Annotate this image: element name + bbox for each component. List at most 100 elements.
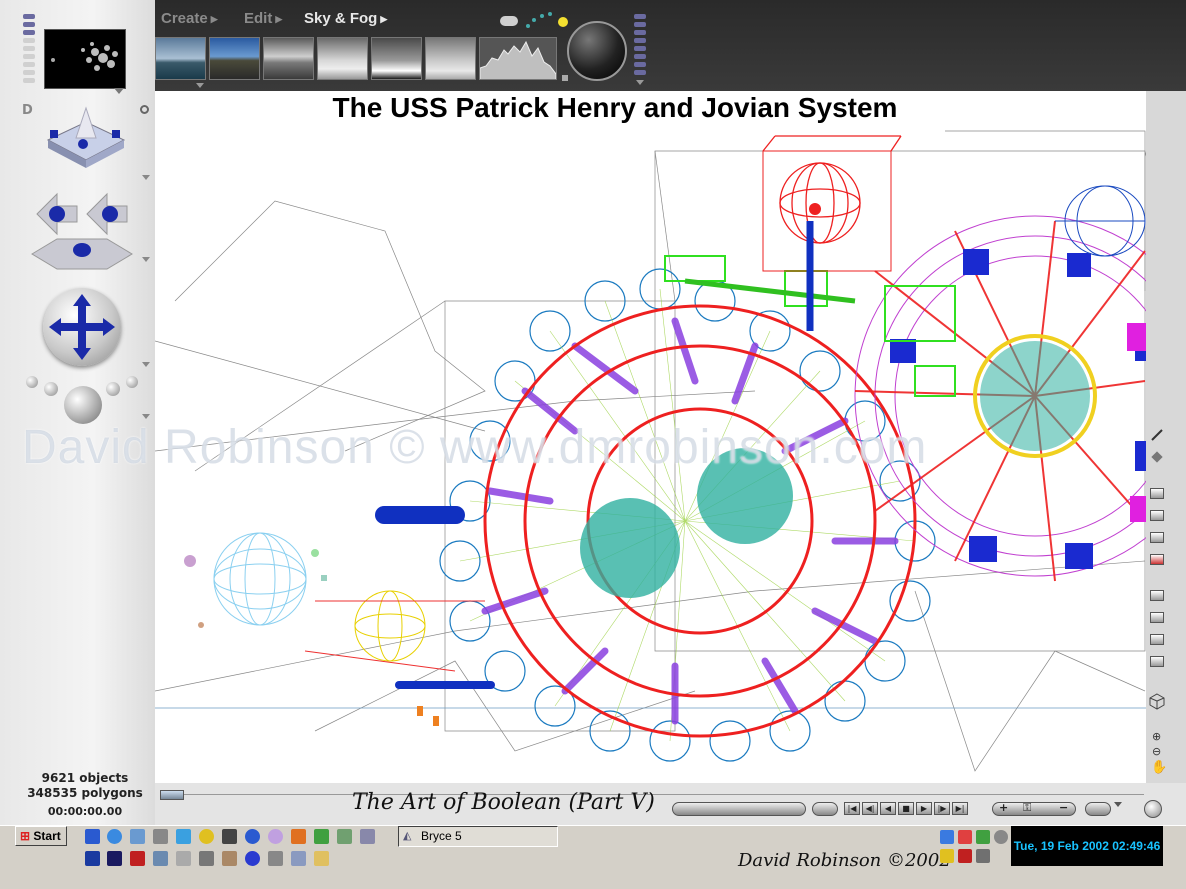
keyframe-controls[interactable]: + ⚿ − (992, 801, 1076, 816)
sky-presets-arrow[interactable] (196, 83, 204, 88)
plane-icon[interactable] (360, 829, 375, 844)
2k-icon[interactable] (176, 851, 191, 866)
render-mode-button[interactable] (1150, 488, 1164, 499)
user-tray-icon[interactable] (958, 830, 972, 844)
stop-button[interactable]: ■ (898, 802, 914, 815)
left-menu-strip (23, 70, 35, 75)
tools-icon[interactable] (199, 851, 214, 866)
zoom-sphere-icon[interactable] (126, 376, 138, 388)
menu-create[interactable]: Create ▶ (161, 10, 218, 27)
render-mode-button-red[interactable] (1150, 554, 1164, 565)
network-icon[interactable] (130, 829, 145, 844)
radio-icon[interactable] (140, 105, 149, 114)
globe-icon[interactable] (1144, 800, 1162, 818)
info-blue-icon[interactable] (245, 851, 260, 866)
zoom-out-icon[interactable]: ⊖ (1152, 745, 1161, 758)
sky-preset-thumb[interactable] (317, 37, 368, 80)
acrobat-icon[interactable] (130, 851, 145, 866)
zoom-sphere-large-icon[interactable] (64, 386, 102, 424)
network-tray-icon[interactable] (940, 830, 954, 844)
sun-path-icon[interactable] (524, 10, 554, 30)
sky-preset-histogram[interactable] (479, 37, 557, 80)
right-menu-strip[interactable] (634, 14, 646, 80)
timeline-track[interactable] (184, 794, 1144, 795)
explorer-icon[interactable] (222, 829, 237, 844)
taskbar-bryce-button[interactable]: ◭ Bryce 5 (398, 826, 558, 847)
play-button[interactable]: ▶ (916, 802, 932, 815)
paint-icon[interactable] (314, 829, 329, 844)
sky-preset-thumb[interactable] (155, 37, 206, 80)
sky-options-arrow[interactable] (636, 80, 644, 85)
zoom-sphere-icon[interactable] (26, 376, 38, 388)
menu-edit[interactable]: Edit ▶ (244, 10, 282, 27)
sun-dial-control[interactable] (567, 21, 627, 81)
cloud-icon[interactable] (500, 16, 518, 26)
network-2-icon[interactable] (268, 851, 283, 866)
render-mode-button[interactable] (1150, 510, 1164, 521)
step-forward-button[interactable]: |▶ (934, 802, 950, 815)
speaker-tray-icon[interactable] (976, 830, 990, 844)
scanner-icon[interactable] (222, 851, 237, 866)
brush-icon[interactable] (1150, 428, 1164, 442)
sky-preset-thumb[interactable] (209, 37, 260, 80)
paint-bucket-icon[interactable] (1150, 450, 1164, 464)
trackball-options-arrow[interactable] (142, 362, 150, 367)
play-back-button[interactable]: ◀ (880, 802, 896, 815)
dots-icon[interactable] (107, 851, 122, 866)
nano-preview[interactable] (44, 29, 126, 89)
film-button[interactable] (812, 802, 838, 816)
chart-icon[interactable] (291, 851, 306, 866)
add-key-icon: + (999, 801, 1009, 814)
system-clock[interactable]: Tue, 19 Feb 2002 02:49:46 (1011, 826, 1163, 866)
menu-sky-fog[interactable]: Sky & Fog ▶ (304, 10, 387, 27)
display-mode-button[interactable] (1150, 634, 1164, 645)
view-options-arrow[interactable] (142, 175, 150, 180)
animation-mode-button[interactable] (1085, 802, 1111, 816)
display-mode-button[interactable] (1150, 612, 1164, 623)
sun-icon[interactable] (558, 17, 568, 27)
camera-view-control-icon[interactable] (38, 100, 134, 172)
go-to-start-button[interactable]: |◀ (844, 802, 860, 815)
photo-icon[interactable] (176, 829, 191, 844)
step-back-button[interactable]: ◀| (862, 802, 878, 815)
cube-view-icon[interactable] (1148, 692, 1166, 710)
timeline-slider-handle[interactable] (160, 790, 184, 800)
zoom-sphere-icon[interactable] (44, 382, 58, 396)
start-button[interactable]: ⊞ Start (15, 826, 67, 846)
image-icon[interactable] (337, 829, 352, 844)
animation-memory-dots[interactable] (672, 802, 806, 816)
shield-tray-icon[interactable] (994, 830, 1008, 844)
zoom-in-icon[interactable]: ⊕ (1152, 730, 1161, 743)
dx-icon[interactable]: D (22, 103, 33, 118)
sky-preset-thumb[interactable] (263, 37, 314, 80)
render-mode-button[interactable] (1150, 532, 1164, 543)
camera-move-control-icon[interactable] (22, 184, 142, 274)
small-square-icon[interactable] (562, 75, 568, 81)
trackball-control[interactable] (43, 288, 121, 366)
gear-tray-icon[interactable] (976, 849, 990, 863)
zoom-sphere-icon[interactable] (106, 382, 120, 396)
left-menu-strip[interactable] (23, 14, 35, 19)
app-a-icon[interactable] (85, 829, 100, 844)
tool-icon[interactable] (153, 829, 168, 844)
flower-icon[interactable] (291, 829, 306, 844)
zoom-options-arrow[interactable] (142, 414, 150, 419)
move-options-arrow[interactable] (142, 257, 150, 262)
media-player-icon[interactable] (199, 829, 214, 844)
display-mode-button[interactable] (1150, 590, 1164, 601)
info-icon[interactable] (245, 829, 260, 844)
cd-icon[interactable] (268, 829, 283, 844)
sky-preset-thumb[interactable] (371, 37, 422, 80)
go-to-end-button[interactable]: ▶| (952, 802, 968, 815)
folder-icon[interactable] (314, 851, 329, 866)
preview-options-arrow[interactable] (114, 88, 124, 94)
animation-options-arrow[interactable] (1114, 802, 1122, 807)
internet-explorer-icon[interactable] (107, 829, 122, 844)
antivirus-tray-icon[interactable] (958, 849, 972, 863)
word-icon[interactable] (85, 851, 100, 866)
picture-icon[interactable] (153, 851, 168, 866)
sky-preset-thumb[interactable] (425, 37, 476, 80)
display-mode-button[interactable] (1150, 656, 1164, 667)
hand-pan-icon[interactable]: ✋ (1151, 760, 1167, 775)
z-tray-icon[interactable] (940, 849, 954, 863)
